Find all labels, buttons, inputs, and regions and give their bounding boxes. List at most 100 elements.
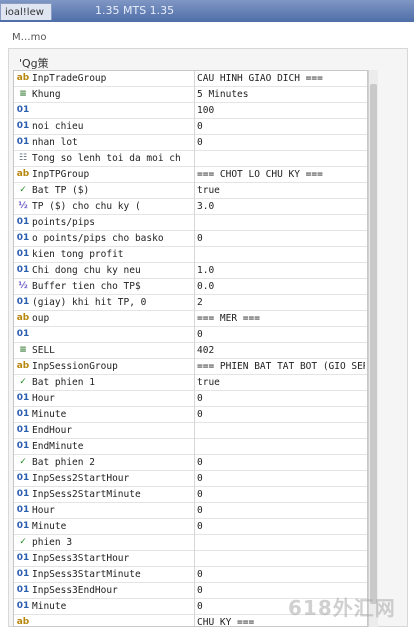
param-value-cell[interactable]	[197, 537, 365, 550]
param-value-cell[interactable]: 0	[197, 233, 365, 246]
param-value-cell[interactable]: 0	[197, 457, 365, 470]
param-value-cell[interactable]: === PHIEN BAT TAT BOT (GIO SERV	[197, 361, 365, 374]
param-name: Minute	[32, 409, 67, 420]
param-value-cell[interactable]: 3.0	[197, 201, 365, 214]
param-value-cell[interactable]: true	[197, 377, 365, 390]
column-divider	[194, 327, 195, 343]
parameter-row[interactable]: ½ TP ($) cho chu ky (3.0	[14, 199, 367, 215]
param-name: Hour	[32, 393, 55, 404]
param-name	[32, 105, 192, 118]
scrollbar-thumb[interactable]	[370, 84, 377, 604]
param-name	[32, 617, 192, 626]
param-value-cell[interactable]: 100	[197, 105, 365, 118]
param-value-cell[interactable]: true	[197, 185, 365, 198]
param-name: InpSess3EndHour	[32, 585, 118, 596]
parameter-row[interactable]: 01 InpSess3StartMinute 0	[14, 567, 367, 583]
parameter-row[interactable]: 01 nhan lot 0	[14, 135, 367, 151]
param-value-cell[interactable]: === MER ===	[197, 313, 365, 326]
column-divider	[194, 231, 195, 247]
parameter-row[interactable]: 01 InpSess2StartHour 0	[14, 471, 367, 487]
parameter-row[interactable]: 01 (giay) khi hit TP, 0 2	[14, 295, 367, 311]
info-label: M…mo	[12, 32, 47, 43]
param-value-cell[interactable]: 0	[197, 137, 365, 150]
column-divider	[194, 135, 195, 151]
vertical-scrollbar[interactable]	[368, 70, 378, 627]
parameter-row[interactable]: ✓ Bat TP ($) true	[14, 183, 367, 199]
parameter-row[interactable]: 01 EndMinute	[14, 439, 367, 455]
param-name: o points/pips cho basko	[32, 233, 164, 244]
param-value-cell[interactable]: 0	[197, 505, 365, 518]
param-value-cell[interactable]	[197, 425, 365, 438]
parameter-row[interactable]: 01 o points/pips cho basko 0	[14, 231, 367, 247]
param-value-cell[interactable]: 0.0	[197, 281, 365, 294]
parameter-row[interactable]: ab oup === MER ===	[14, 311, 367, 327]
param-value-cell[interactable]: 0	[197, 329, 365, 342]
parameter-row[interactable]: 01 points/pips	[14, 215, 367, 231]
column-divider	[194, 151, 195, 167]
parameter-row[interactable]: 01 100	[14, 103, 367, 119]
param-type-icon: 01	[16, 521, 30, 531]
parameter-row[interactable]: ✓ Bat phien 1 true	[14, 375, 367, 391]
param-type-icon: ab	[16, 361, 30, 371]
param-name: Hour	[32, 505, 55, 516]
watermark: 618外汇网	[288, 596, 396, 620]
param-value-cell[interactable]: 2	[197, 297, 365, 310]
param-value-cell[interactable]: 0	[197, 489, 365, 502]
param-value-cell[interactable]: 1.0	[197, 265, 365, 278]
parameter-row[interactable]: ≡ SELL 402	[14, 343, 367, 359]
parameter-row[interactable]: 01 0	[14, 327, 367, 343]
parameter-row[interactable]: ab InpSessionGroup === PHIEN BAT TAT BOT (…	[14, 359, 367, 375]
param-value-cell[interactable]: 0	[197, 409, 365, 422]
param-value-cell[interactable]: CAU HINH GIAO DICH ===	[197, 73, 365, 86]
param-value-cell[interactable]: === CHOT LO CHU KY ===	[197, 169, 365, 182]
param-type-icon: 01	[16, 473, 30, 483]
column-divider	[194, 343, 195, 359]
param-value-cell[interactable]	[197, 217, 365, 230]
parameter-row[interactable]: 01 Hour 0	[14, 503, 367, 519]
param-value-cell[interactable]	[197, 153, 365, 166]
parameter-row[interactable]: 01 kien tong profit	[14, 247, 367, 263]
param-value-cell[interactable]: 0	[197, 569, 365, 582]
parameter-row[interactable]: 01 Hour 0	[14, 391, 367, 407]
param-name: EndMinute	[32, 441, 84, 452]
parameter-row[interactable]: ½ Buffer tien cho TP$ 0.0	[14, 279, 367, 295]
parameter-row[interactable]: 01 Minute 0	[14, 407, 367, 423]
param-type-icon: 01	[16, 393, 30, 403]
param-type-icon: ≡	[19, 345, 27, 355]
param-value-cell[interactable]	[197, 249, 365, 262]
column-divider	[194, 87, 195, 103]
param-type-icon: ab	[16, 169, 30, 179]
parameter-row[interactable]: ab InpTPGroup === CHOT LO CHU KY ===	[14, 167, 367, 183]
parameter-row[interactable]: 01 InpSess3StartHour	[14, 551, 367, 567]
parameter-row[interactable]: 01 Chi dong chu ky neu 1.0	[14, 263, 367, 279]
param-value-cell[interactable]: 0	[197, 473, 365, 486]
column-divider	[194, 567, 195, 583]
column-divider	[194, 295, 195, 311]
param-name: InpSess3StartHour	[32, 553, 130, 564]
param-type-icon: ½	[18, 201, 28, 211]
param-value-cell[interactable]: 402	[197, 345, 365, 358]
param-value-cell[interactable]	[197, 441, 365, 454]
param-type-icon: ✓	[19, 457, 27, 467]
param-value-cell[interactable]: 0	[197, 521, 365, 534]
parameter-row[interactable]: 01 InpSess2StartMinute 0	[14, 487, 367, 503]
param-type-icon: 01	[16, 585, 30, 595]
param-type-icon: ab	[16, 617, 30, 627]
parameter-row[interactable]: ✓ Bat phien 2 0	[14, 455, 367, 471]
parameter-row[interactable]: 01 EndHour	[14, 423, 367, 439]
parameter-row[interactable]: ✓ phien 3	[14, 535, 367, 551]
parameter-row[interactable]: ab InpTradeGroup CAU HINH GIAO DICH ===	[14, 71, 367, 87]
param-name: phien 3	[32, 537, 73, 548]
param-value-cell[interactable]: 0	[197, 393, 365, 406]
parameter-row[interactable]: ≡ Khung 5 Minutes	[14, 87, 367, 103]
param-value-cell[interactable]: 5 Minutes	[197, 89, 365, 102]
column-divider	[194, 391, 195, 407]
parameter-row[interactable]: 01 noi chieu 0	[14, 119, 367, 135]
param-value-cell[interactable]	[197, 553, 365, 566]
parameter-row[interactable]: 01 Minute 0	[14, 519, 367, 535]
column-divider	[194, 103, 195, 119]
window-tab[interactable]: ioal!lew	[0, 3, 52, 20]
param-value-cell[interactable]: 0	[197, 121, 365, 134]
column-divider	[194, 503, 195, 519]
parameter-row[interactable]: ☷ Tong so lenh toi da moi ch	[14, 151, 367, 167]
